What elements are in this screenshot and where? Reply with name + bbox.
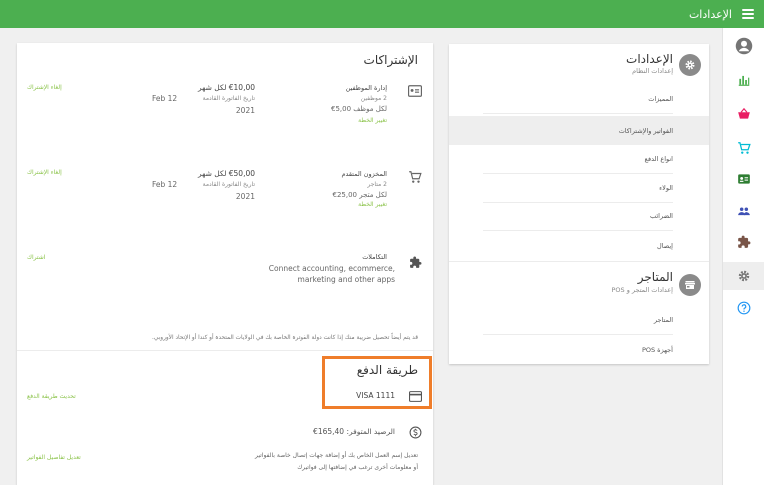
gear-icon [738, 270, 750, 282]
puzzle-icon [738, 235, 751, 248]
available-balance: الرصيد المتوفر: 165,40€ [313, 427, 395, 436]
nav-item-features[interactable]: المميزات [483, 85, 673, 114]
billing-details-note-line1: تعديل إسم العمل الخاص بك أو إضافة جهات إ… [255, 452, 418, 459]
next-invoice-date: Feb 12 [152, 180, 178, 189]
settings-nav-card: الإعدادات إعدادات النظام المميزات الفوات… [449, 44, 709, 364]
rail-reports[interactable] [723, 66, 764, 94]
icon-rail [722, 28, 764, 485]
integrations-description-line2: marketing and other apps [297, 275, 395, 284]
subscribe-link[interactable]: اشتراك [27, 254, 45, 261]
people-icon [738, 207, 750, 216]
bar-chart-icon [738, 75, 750, 86]
rail-sales[interactable] [723, 100, 764, 128]
subscription-detail: 2 موظفين [360, 95, 387, 102]
cart-icon [738, 142, 751, 154]
subscription-detail: 2 متاجر [367, 181, 387, 188]
cancel-subscription-link[interactable]: إلغاء الإشتراك [27, 84, 62, 91]
nav-item-receipt[interactable]: إيصال [483, 231, 673, 260]
top-app-bar: الإعدادات [0, 0, 764, 28]
rail-employees[interactable] [723, 165, 764, 193]
billing-main-card: الإشتراكات إدارة الموظفين 2 موظفين €5,00… [17, 43, 433, 485]
rail-help[interactable] [723, 294, 764, 322]
subscription-name: إدارة الموظفين [345, 84, 387, 92]
subscription-name: المخزون المتقدم [341, 170, 387, 178]
rail-inventory[interactable] [723, 134, 764, 162]
id-card-icon [738, 174, 750, 184]
subscription-price: €50,00 لكل شهر [197, 169, 255, 178]
subscription-unit-price: €5,00 لكل موظف [331, 105, 387, 113]
payment-highlight-box [322, 356, 432, 409]
subscription-unit-price: €25,00 لكل متجر [332, 191, 388, 199]
nav-item-stores[interactable]: المتاجر [483, 306, 673, 335]
change-plan-link[interactable]: تغيير الخطة [358, 201, 387, 208]
nav-item-taxes[interactable]: الضرائب [483, 202, 673, 231]
billing-details-note-line2: أو معلومات أخرى ترغب في إضافتها إلى فوات… [297, 464, 418, 471]
account-icon [735, 37, 753, 55]
settings-gear-icon [679, 54, 701, 76]
change-plan-link[interactable]: تغيير الخطة [358, 117, 387, 124]
rail-integrations[interactable] [723, 228, 764, 256]
section-divider [17, 350, 433, 351]
next-invoice-label: تاريخ الفاتورة القادمة [202, 181, 255, 188]
stores-section-header: المتاجر إعدادات المتجر و POS [449, 262, 709, 304]
balance-coin-icon [408, 425, 422, 439]
help-icon [737, 301, 751, 315]
nav-item-loyalty[interactable]: الولاء [483, 174, 673, 203]
nav-item-pos-devices[interactable]: أجهزة POS [483, 335, 673, 364]
subscription-price: €10,00 لكل شهر [197, 83, 255, 92]
app-bar-title: الإعدادات [688, 7, 732, 21]
puzzle-icon [408, 255, 422, 269]
settings-subtitle: إعدادات النظام [632, 67, 673, 75]
inventory-cart-icon [408, 170, 422, 184]
settings-section-header: الإعدادات إعدادات النظام [449, 44, 709, 86]
rail-settings[interactable] [723, 262, 764, 290]
hamburger-menu-icon[interactable] [742, 9, 754, 19]
next-invoice-label: تاريخ الفاتورة القادمة [202, 95, 255, 102]
integrations-description-line1: Connect accounting, ecommerce, [268, 264, 395, 273]
nav-item-billing-subscriptions[interactable]: الفواتير والإشتراكات [449, 116, 709, 145]
integrations-name: التكاملات [362, 253, 387, 261]
stores-subtitle: إعدادات المتجر و POS [611, 286, 673, 294]
next-invoice-date: Feb 12 [152, 94, 178, 103]
basket-icon [738, 107, 750, 119]
cancel-subscription-link[interactable]: إلغاء الإشتراك [27, 169, 62, 176]
store-icon [679, 274, 701, 296]
update-payment-method-link[interactable]: تحديث طريقة الدفع [27, 393, 76, 400]
edit-billing-details-link[interactable]: تعديل تفاصيل الفواتير [27, 454, 81, 461]
next-invoice-year: 2021 [235, 106, 255, 115]
subscriptions-title: الإشتراكات [363, 53, 418, 67]
settings-title: الإعدادات [626, 52, 673, 66]
vat-note: قد يتم أيضاً تحصيل ضريبة منك إذا كانت دو… [152, 335, 418, 341]
nav-item-payment-types[interactable]: انواع الدفع [483, 145, 673, 174]
rail-customers[interactable] [723, 197, 764, 225]
next-invoice-year: 2021 [235, 192, 255, 201]
rail-account[interactable] [723, 32, 764, 60]
stores-title: المتاجر [637, 270, 673, 284]
employee-card-icon [408, 84, 422, 98]
